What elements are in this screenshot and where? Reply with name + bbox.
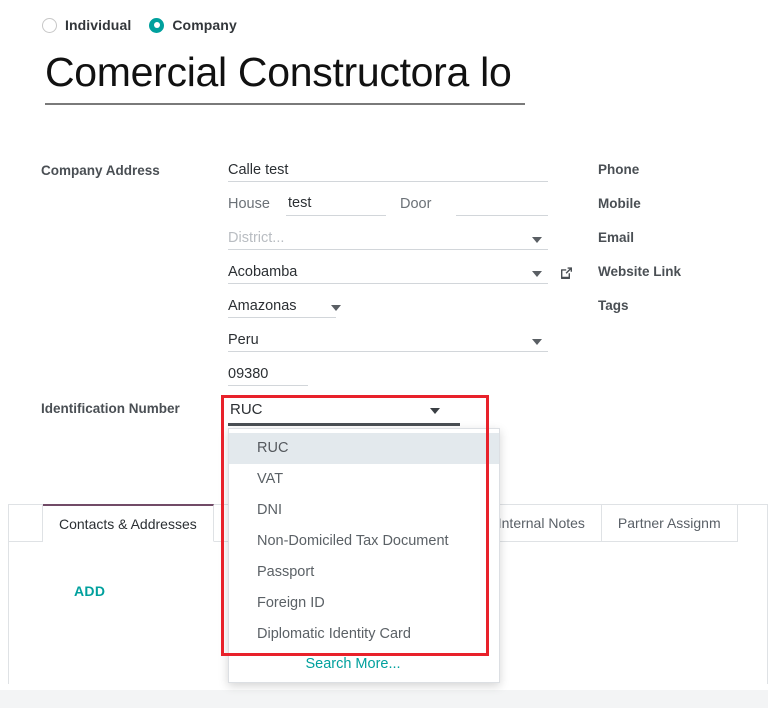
radio-option-individual[interactable]: Individual (42, 17, 131, 33)
state-field[interactable]: Amazonas (228, 291, 548, 325)
street-underline (228, 181, 548, 182)
identification-type-value: RUC (230, 401, 263, 418)
phone-label: Phone (598, 155, 681, 189)
tags-label: Tags (598, 291, 681, 325)
city-field[interactable]: Acobamba (228, 257, 548, 291)
dropdown-item-diplomatic-identity-card[interactable]: Diplomatic Identity Card (229, 619, 499, 650)
page-bottom-fill (0, 690, 768, 708)
house-value: test (288, 195, 311, 211)
chevron-down-icon[interactable] (532, 237, 542, 243)
district-placeholder: District... (228, 230, 284, 246)
radio-individual-icon[interactable] (42, 18, 57, 33)
zip-value: 09380 (228, 366, 268, 382)
chevron-down-icon[interactable] (430, 408, 440, 414)
website-link-label: Website Link (598, 257, 681, 291)
external-link-icon[interactable] (558, 265, 574, 281)
tab-spacer (9, 505, 43, 542)
record-type-radio-group[interactable]: Individual Company (42, 17, 237, 33)
dropdown-search-more[interactable]: Search More... (207, 650, 499, 680)
identification-type-dropdown[interactable]: RUC VAT DNI Non-Domiciled Tax Document P… (228, 428, 500, 683)
country-field[interactable]: Peru (228, 325, 548, 359)
dropdown-item-non-domiciled-tax-document[interactable]: Non-Domiciled Tax Document (229, 526, 499, 557)
chevron-down-icon[interactable] (331, 305, 341, 311)
company-address-label: Company Address (41, 163, 160, 178)
tab-contacts-addresses[interactable]: Contacts & Addresses (43, 504, 214, 542)
tab-partner-assignment[interactable]: Partner Assignm (602, 505, 738, 542)
tab-partner-assignment-label: Partner Assignm (618, 515, 721, 531)
chevron-down-icon[interactable] (532, 339, 542, 345)
dropdown-item-dni[interactable]: DNI (229, 495, 499, 526)
country-underline (228, 351, 548, 352)
dropdown-item-foreign-id[interactable]: Foreign ID (229, 588, 499, 619)
dropdown-item-ruc[interactable]: RUC (229, 433, 499, 464)
city-underline (228, 283, 548, 284)
contact-labels-column: Phone Mobile Email Website Link Tags (598, 155, 681, 325)
radio-company-icon[interactable] (149, 18, 164, 33)
mobile-label: Mobile (598, 189, 681, 223)
address-column: Calle test House test Door District... A… (228, 155, 548, 393)
tab-contacts-addresses-label: Contacts & Addresses (59, 516, 197, 532)
house-door-row: House test Door (228, 189, 548, 223)
district-underline (228, 249, 548, 250)
identification-select-underline (228, 423, 460, 426)
district-field[interactable]: District... (228, 223, 548, 257)
zip-underline (228, 385, 308, 386)
door-field[interactable] (456, 195, 548, 216)
street-value: Calle test (228, 162, 288, 178)
radio-individual-label: Individual (65, 17, 131, 33)
radio-company-label: Company (172, 17, 237, 33)
identification-number-label: Identification Number (41, 401, 180, 416)
house-field[interactable]: test (286, 195, 386, 216)
state-underline (228, 317, 336, 318)
chevron-down-icon[interactable] (532, 271, 542, 277)
country-value: Peru (228, 332, 259, 348)
tab-internal-notes-label: Internal Notes (498, 515, 585, 531)
page-title[interactable]: Comercial Constructora lo (45, 46, 525, 100)
city-value: Acobamba (228, 264, 297, 280)
dropdown-item-vat[interactable]: VAT (229, 464, 499, 495)
zip-field[interactable]: 09380 (228, 359, 548, 393)
radio-option-company[interactable]: Company (149, 17, 237, 33)
street-field[interactable]: Calle test (228, 155, 548, 189)
state-value: Amazonas (228, 298, 297, 314)
add-button[interactable]: ADD (74, 583, 105, 599)
identification-type-select[interactable]: RUC (228, 398, 478, 426)
dropdown-item-passport[interactable]: Passport (229, 557, 499, 588)
door-label: Door (400, 196, 431, 212)
company-name-field[interactable]: Comercial Constructora lo (45, 46, 525, 105)
email-label: Email (598, 223, 681, 257)
house-label: House (228, 196, 270, 212)
title-underline (45, 103, 525, 105)
